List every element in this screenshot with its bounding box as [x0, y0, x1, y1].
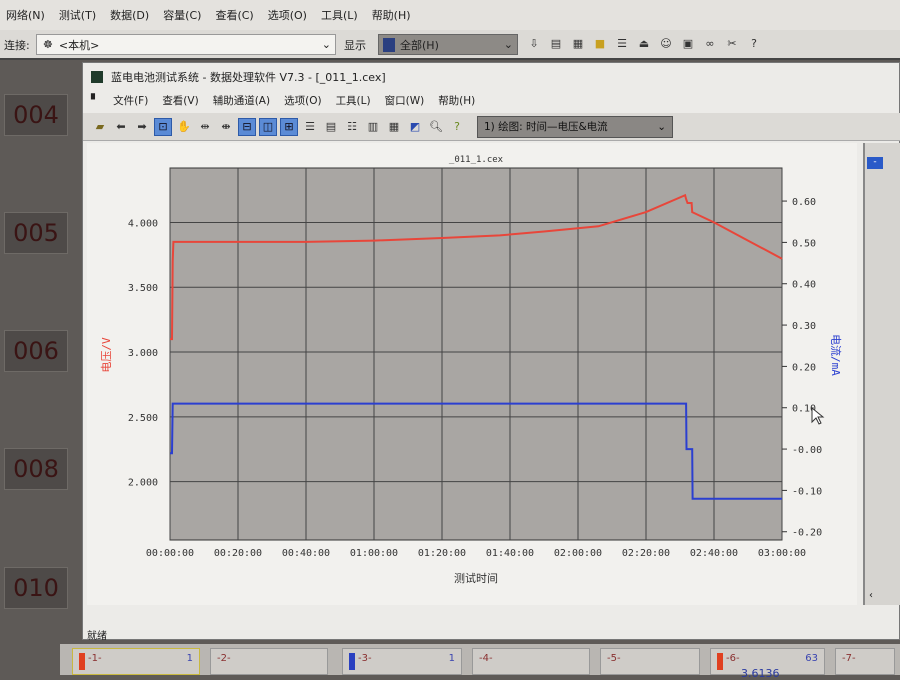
y2-tick-label: 0.30 — [792, 321, 816, 332]
channel-tab-label: -7- — [842, 653, 856, 664]
y-tick-label: 4.000 — [128, 218, 158, 229]
y2-tick-label: 0.60 — [792, 197, 816, 208]
x-tick-label: 02:20:00 — [622, 548, 670, 559]
channel-tabs: -1- 1 -2- -3- 1 -4- -5- -6- 63 3.6136 -7- — [60, 644, 900, 680]
channel-tab-count: 63 — [805, 653, 818, 664]
y2-tick-label: 0.40 — [792, 280, 816, 291]
y2-tick-label: 0.50 — [792, 238, 816, 249]
y-tick-label: 3.500 — [128, 283, 158, 294]
y2-tick-label: -0.00 — [792, 445, 822, 456]
channel-tab-value: 3.6136 — [741, 667, 780, 680]
y2-axis-label: 电流/mA — [829, 334, 843, 376]
x-tick-label: 02:00:00 — [554, 548, 602, 559]
channel-tab-label: -2- — [217, 653, 231, 664]
channel-tab-label: -5- — [607, 653, 621, 664]
y2-tick-label: -0.10 — [792, 486, 822, 497]
channel-tab-label: -6- — [717, 653, 740, 670]
mouse-cursor-icon — [811, 406, 825, 425]
channel-tab[interactable]: -5- — [600, 648, 700, 675]
x-tick-label: 00:20:00 — [214, 548, 262, 559]
channel-tab[interactable]: -4- — [472, 648, 590, 675]
channel-tab-label: -3- — [349, 653, 372, 670]
chart-title: _011_1.cex — [449, 155, 504, 165]
channel-tab-count: 1 — [186, 653, 193, 664]
y-tick-label: 2.000 — [128, 478, 158, 489]
y2-tick-label: -0.20 — [792, 528, 822, 539]
x-tick-label: 01:00:00 — [350, 548, 398, 559]
x-tick-label: 01:40:00 — [486, 548, 534, 559]
y-tick-label: 3.000 — [128, 348, 158, 359]
x-tick-label: 00:00:00 — [146, 548, 194, 559]
plot-area — [169, 167, 783, 541]
chart: 00:00:00 00:20:00 00:40:00 01:00:00 01:20:00… — [100, 155, 843, 585]
y-axis-label: 电压/V — [100, 337, 113, 373]
channel-tab[interactable]: -2- — [210, 648, 328, 675]
x-tick-label: 01:20:00 — [418, 548, 466, 559]
x-tick-label: 00:40:00 — [282, 548, 330, 559]
y2-tick-label: 0.20 — [792, 362, 816, 373]
channel-tab-label: -1- — [79, 653, 102, 670]
channel-tab-count: 1 — [448, 653, 455, 664]
channel-tab-label: -4- — [479, 653, 493, 664]
channel-tab[interactable]: -6- 63 3.6136 — [710, 648, 825, 680]
y-tick-label: 2.500 — [128, 413, 158, 424]
channel-tab[interactable]: -7- — [835, 648, 895, 675]
channel-tab[interactable]: -3- 1 — [342, 648, 462, 675]
x-tick-label: 02:40:00 — [690, 548, 738, 559]
x-tick-label: 03:00:00 — [758, 548, 806, 559]
channel-tab[interactable]: -1- 1 — [72, 648, 200, 675]
x-axis-label: 测试时间 — [454, 572, 498, 585]
